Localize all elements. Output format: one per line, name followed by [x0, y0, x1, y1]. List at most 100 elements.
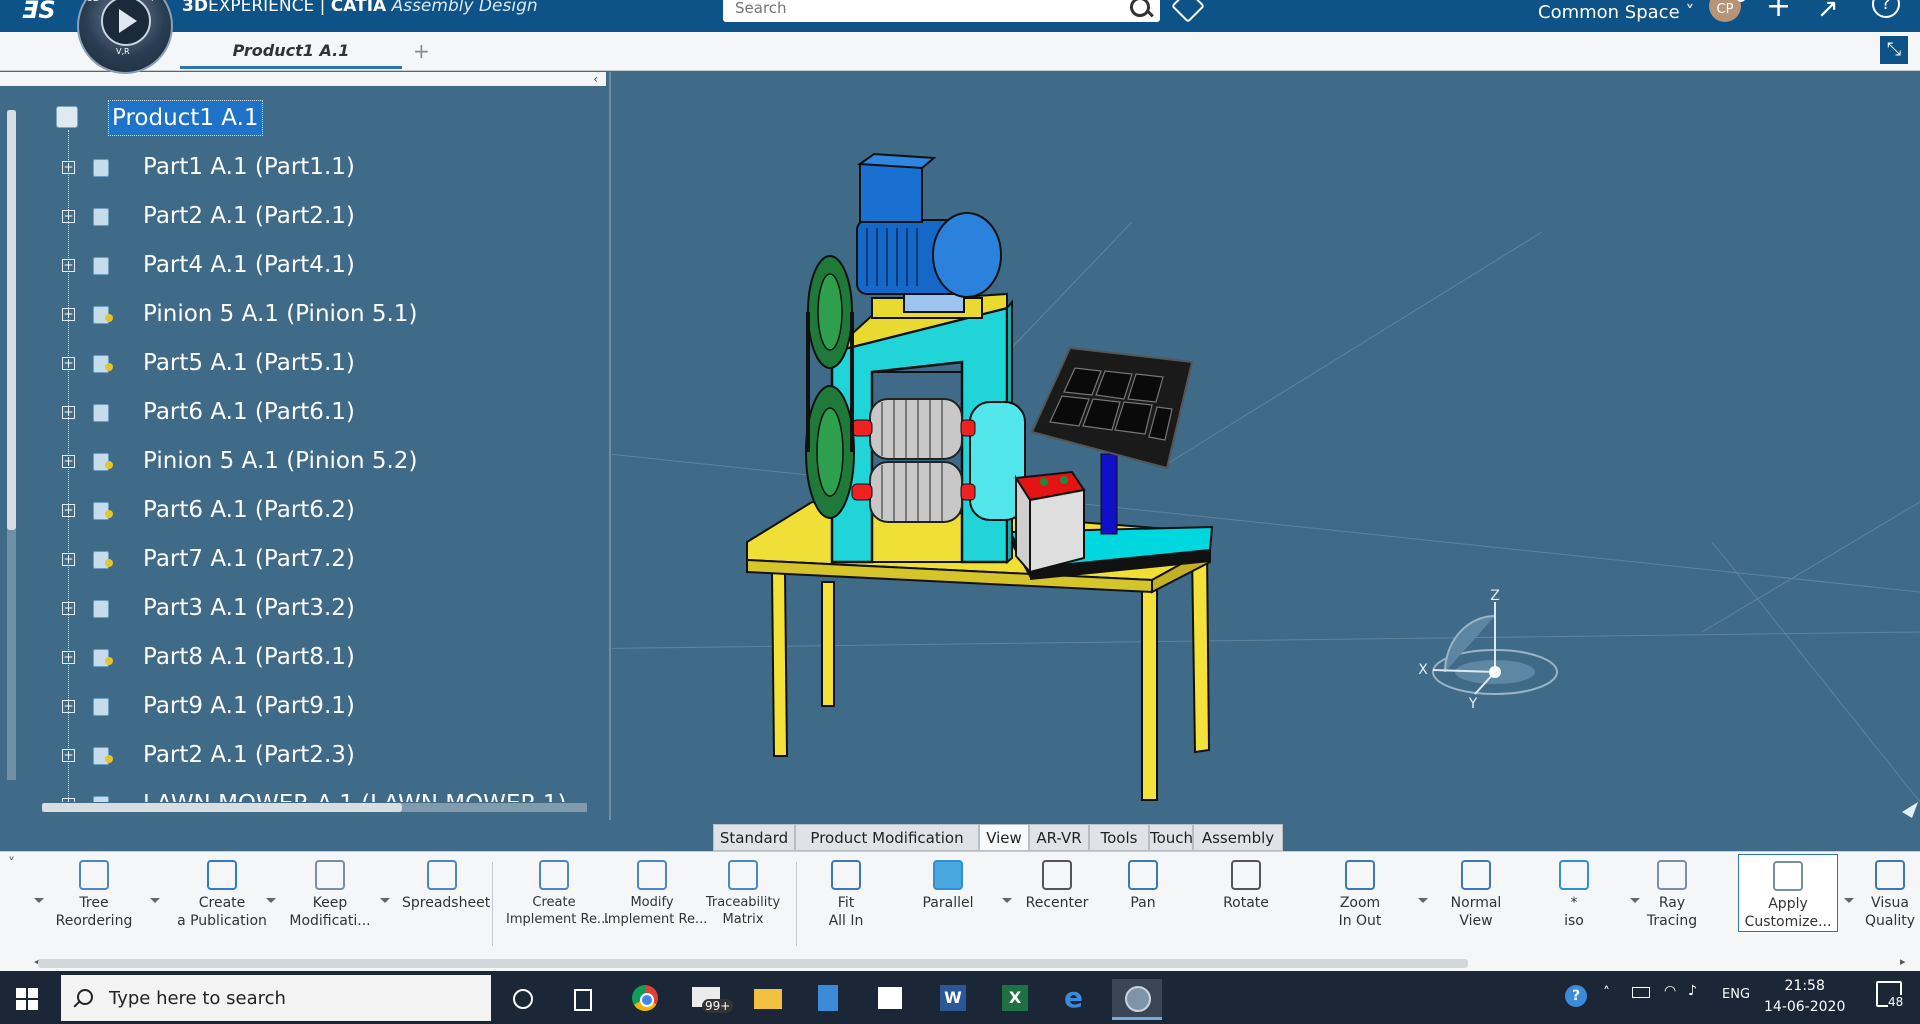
- store-icon[interactable]: [870, 979, 910, 1017]
- command-button[interactable]: * iso: [1534, 860, 1614, 930]
- command-button[interactable]: Create a Publication: [168, 860, 276, 930]
- tree-item[interactable]: + Part6 A.1 (Part6.1): [0, 393, 600, 433]
- command-button[interactable]: Recenter: [1018, 860, 1096, 912]
- command-button[interactable]: Ray Tracing: [1636, 860, 1708, 930]
- language-indicator[interactable]: ENG: [1722, 987, 1750, 1002]
- dropdown-arrow-icon[interactable]: [150, 898, 160, 903]
- share-icon[interactable]: ↗: [1817, 0, 1839, 24]
- command-button[interactable]: Tree Reordering: [52, 860, 136, 930]
- section-tab[interactable]: Product Modification: [795, 824, 979, 851]
- command-button[interactable]: Parallel: [910, 860, 986, 912]
- windows-start-icon[interactable]: [16, 988, 38, 1010]
- dropdown-arrow-icon[interactable]: [1630, 898, 1640, 903]
- tree-item-label[interactable]: Part7 A.1 (Part7.2): [143, 546, 355, 572]
- cortana-icon[interactable]: [503, 979, 543, 1017]
- minimize-view-icon[interactable]: ⤡: [1880, 36, 1908, 64]
- tree-item[interactable]: + Pinion 5 A.1 (Pinion 5.1): [0, 295, 600, 335]
- wifi-icon[interactable]: ◠: [1664, 983, 1676, 999]
- search-icon[interactable]: [1130, 0, 1150, 17]
- expand-icon[interactable]: +: [62, 161, 75, 174]
- actionbar-collapse-icon[interactable]: ˅: [8, 856, 15, 872]
- tree-item[interactable]: + Pinion 5 A.1 (Pinion 5.2): [0, 442, 600, 482]
- command-button[interactable]: Modify Implement Re...: [604, 860, 707, 928]
- actionbar-scrollbar[interactable]: ◂ ▸: [0, 955, 1920, 971]
- actionbar-scroll-thumb[interactable]: [38, 959, 1468, 968]
- expand-icon[interactable]: +: [62, 798, 75, 802]
- dropdown-arrow-icon[interactable]: [1844, 898, 1854, 903]
- battery-icon[interactable]: [1632, 987, 1650, 998]
- search-input[interactable]: [733, 0, 1117, 18]
- tree-item-label[interactable]: Part9 A.1 (Part9.1): [143, 693, 355, 719]
- clock[interactable]: 21:58 14-06-2020: [1764, 976, 1845, 1018]
- expand-icon[interactable]: +: [62, 602, 75, 615]
- section-tab[interactable]: View: [979, 824, 1029, 851]
- tree-item-label[interactable]: Part1 A.1 (Part1.1): [143, 154, 355, 180]
- command-button[interactable]: Traceability Matrix: [704, 860, 782, 928]
- network-app-icon[interactable]: [808, 979, 848, 1017]
- compass-play-button[interactable]: [101, 0, 151, 46]
- volume-icon[interactable]: ♪: [1688, 983, 1697, 999]
- command-button[interactable]: Normal View: [1432, 860, 1520, 930]
- command-button[interactable]: Pan: [1112, 860, 1174, 912]
- plus-icon[interactable]: +: [1766, 0, 1791, 22]
- command-button[interactable]: Apply Customize...: [1738, 854, 1838, 932]
- command-button[interactable]: Create Implement Re...: [506, 860, 609, 928]
- dropdown-arrow-icon[interactable]: [34, 898, 44, 903]
- 3dexperience-taskbar-icon[interactable]: [1112, 979, 1162, 1020]
- word-icon[interactable]: W: [932, 979, 972, 1017]
- help-icon[interactable]: ?: [1872, 0, 1900, 18]
- tree-item-label[interactable]: Part4 A.1 (Part4.1): [143, 252, 355, 278]
- tree-item[interactable]: + LAWN MOWER A.1 (LAWN MOWER.1): [0, 785, 600, 802]
- tray-expand-icon[interactable]: ˄: [1603, 985, 1610, 1001]
- expand-icon[interactable]: +: [62, 259, 75, 272]
- dropdown-arrow-icon[interactable]: [1002, 898, 1012, 903]
- chrome-icon[interactable]: [624, 979, 664, 1017]
- notification-icon[interactable]: 48: [1876, 981, 1904, 1009]
- expand-icon[interactable]: +: [62, 749, 75, 762]
- expand-icon[interactable]: +: [62, 700, 75, 713]
- command-button[interactable]: Fit All In: [810, 860, 882, 930]
- collab-space-selector[interactable]: Common Space ˅: [1538, 2, 1694, 23]
- tree-item[interactable]: + Part2 A.1 (Part2.1): [0, 197, 600, 237]
- expand-icon[interactable]: +: [62, 357, 75, 370]
- tree-item-label[interactable]: Pinion 5 A.1 (Pinion 5.1): [143, 301, 417, 327]
- search-box[interactable]: [723, 0, 1160, 22]
- tree-item-label[interactable]: Part3 A.1 (Part3.2): [143, 595, 355, 621]
- edge-icon[interactable]: e: [1056, 979, 1096, 1017]
- tree-item[interactable]: + Part2 A.1 (Part2.3): [0, 736, 600, 776]
- scroll-right-icon[interactable]: ▸: [1900, 955, 1906, 968]
- command-button[interactable]: Zoom In Out: [1312, 860, 1408, 930]
- tree-item-label[interactable]: Part6 A.1 (Part6.1): [143, 399, 355, 425]
- tree-item[interactable]: + Part6 A.1 (Part6.2): [0, 491, 600, 531]
- tree-item[interactable]: + Part1 A.1 (Part1.1): [0, 148, 600, 188]
- tree-item[interactable]: + Part4 A.1 (Part4.1): [0, 246, 600, 286]
- expand-icon[interactable]: +: [62, 210, 75, 223]
- expand-icon[interactable]: +: [62, 553, 75, 566]
- tree-item[interactable]: + Part7 A.1 (Part7.2): [0, 540, 600, 580]
- expand-icon[interactable]: +: [62, 455, 75, 468]
- tree-item-label[interactable]: Pinion 5 A.1 (Pinion 5.2): [143, 448, 417, 474]
- taskbar-search[interactable]: Type here to search: [61, 975, 491, 1021]
- command-button[interactable]: Spreadsheet: [402, 860, 490, 912]
- excel-icon[interactable]: X: [994, 979, 1034, 1017]
- avatar[interactable]: CP: [1709, 0, 1746, 22]
- dropdown-arrow-icon[interactable]: [1418, 898, 1428, 903]
- help-tray-icon[interactable]: ?: [1565, 985, 1587, 1007]
- tree-horizontal-scrollbar[interactable]: [42, 803, 587, 812]
- dropdown-arrow-icon[interactable]: [266, 898, 276, 903]
- tree-item-label[interactable]: Part5 A.1 (Part5.1): [143, 350, 355, 376]
- section-tab[interactable]: Touch: [1149, 824, 1193, 851]
- resize-corner-icon[interactable]: [1902, 802, 1918, 818]
- tree-item-label[interactable]: Part2 A.1 (Part2.1): [143, 203, 355, 229]
- task-view-icon[interactable]: [564, 979, 604, 1017]
- expand-icon[interactable]: +: [62, 651, 75, 664]
- section-tab[interactable]: Standard: [713, 824, 795, 851]
- tree-item[interactable]: + Part9 A.1 (Part9.1): [0, 687, 600, 727]
- orientation-compass[interactable]: Z X Y: [1418, 588, 1558, 712]
- dropdown-arrow-icon[interactable]: [380, 898, 390, 903]
- command-button[interactable]: Rotate: [1212, 860, 1280, 912]
- expand-icon[interactable]: +: [62, 406, 75, 419]
- tree-item-label[interactable]: LAWN MOWER A.1 (LAWN MOWER.1): [143, 791, 567, 802]
- file-explorer-icon[interactable]: [748, 979, 788, 1017]
- tree-item-label[interactable]: Part6 A.1 (Part6.2): [143, 497, 355, 523]
